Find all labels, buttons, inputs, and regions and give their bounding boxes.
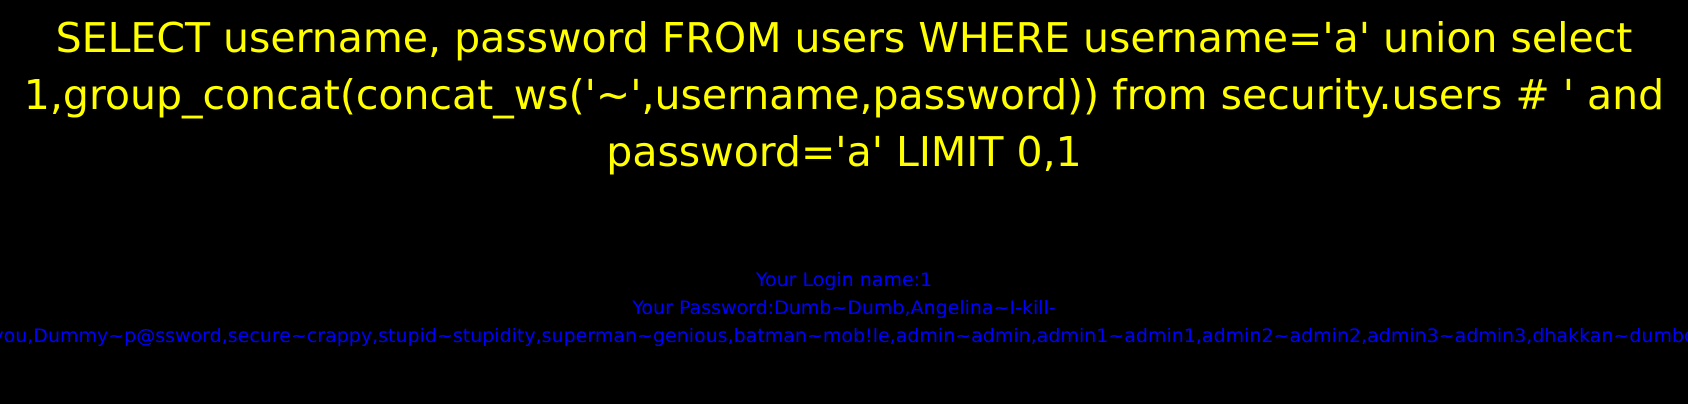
sql-query-text: SELECT username, password FROM users WHE… — [0, 10, 1688, 181]
sql-query-line-2: 1,group_concat(concat_ws('~',username,pa… — [23, 71, 1665, 119]
login-result: Your Login name:1 Your Password:Dumb~Dum… — [0, 266, 1688, 350]
login-name-line: Your Login name:1 — [755, 269, 933, 291]
password-line-2-wrapper: you,Dummy~p@ssword,secure~crappy,stupid~… — [0, 322, 1688, 350]
password-line-1: Your Password:Dumb~Dumb,Angelina~I-kill- — [632, 297, 1056, 319]
sql-query-line-1: SELECT username, password FROM users WHE… — [55, 14, 1633, 62]
sql-query-line-3: password='a' LIMIT 0,1 — [606, 128, 1082, 176]
page: SELECT username, password FROM users WHE… — [0, 0, 1688, 404]
password-line-2: you,Dummy~p@ssword,secure~crappy,stupid~… — [0, 325, 1688, 347]
